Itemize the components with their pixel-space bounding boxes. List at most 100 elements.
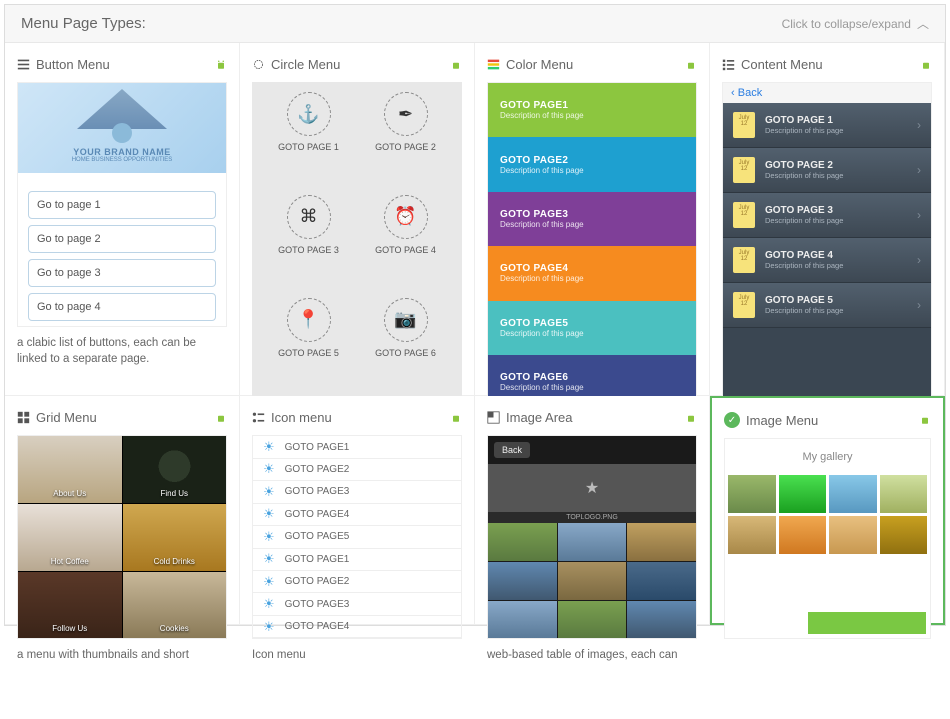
content-list-icon bbox=[722, 58, 735, 71]
pin-icon: 📍 bbox=[287, 298, 331, 342]
image-cell bbox=[627, 523, 696, 561]
card-description: a clabic list of buttons, each can be li… bbox=[17, 335, 227, 367]
card-title-text: Image Menu bbox=[746, 413, 818, 428]
android-icon bbox=[919, 414, 931, 426]
panel-title: Menu Page Types: bbox=[21, 15, 146, 32]
preview-button: Go to page 2 bbox=[28, 225, 216, 253]
preview-circle-menu: ⚓GOTO PAGE 1 ✒GOTO PAGE 2 ⌘GOTO PAGE 3 ⏰… bbox=[252, 82, 462, 410]
menu-page-types-panel: Menu Page Types: Click to collapse/expan… bbox=[4, 4, 946, 626]
icon-list-icon bbox=[252, 411, 265, 424]
card-color-menu[interactable]: Color Menu GOTO PAGE1Description of this… bbox=[475, 43, 710, 396]
platforms bbox=[211, 59, 227, 71]
preview-grid-menu: About Us Find Us Hot Coffee Cold Drinks … bbox=[17, 435, 227, 639]
platforms bbox=[211, 412, 227, 424]
preview-button-menu: YOUR BRAND NAME HOME BUSINESS OPPORTUNIT… bbox=[17, 82, 227, 327]
list-icon bbox=[17, 58, 30, 71]
logo-banner: ★ bbox=[488, 464, 696, 512]
panel-header[interactable]: Menu Page Types: Click to collapse/expan… bbox=[5, 5, 945, 43]
note-icon: July12 bbox=[733, 247, 755, 273]
check-icon: ✓ bbox=[724, 412, 740, 428]
preview-button: Go to page 1 bbox=[28, 191, 216, 219]
sun-icon: ☀ bbox=[263, 506, 275, 522]
chevron-right-icon: › bbox=[917, 118, 921, 132]
preview-color-menu: GOTO PAGE1Description of this page GOTO … bbox=[487, 82, 697, 410]
chevron-right-icon: › bbox=[917, 253, 921, 267]
card-circle-menu[interactable]: Circle Menu ⚓GOTO PAGE 1 ✒GOTO PAGE 2 ⌘G… bbox=[240, 43, 475, 396]
card-title-text: Image Area bbox=[506, 410, 573, 425]
preview-icon-menu: ☀GOTO PAGE1 ☀GOTO PAGE2 ☀GOTO PAGE3 ☀GOT… bbox=[252, 435, 462, 639]
image-thumb bbox=[829, 516, 877, 554]
card-title-text: Button Menu bbox=[36, 57, 110, 72]
platforms bbox=[916, 59, 932, 71]
note-icon: July12 bbox=[733, 157, 755, 183]
action-button bbox=[808, 612, 926, 634]
platforms bbox=[446, 59, 462, 71]
card-title-text: Color Menu bbox=[506, 57, 573, 72]
sun-icon: ☀ bbox=[263, 619, 275, 635]
card-title-text: Icon menu bbox=[271, 410, 332, 425]
back-button: ‹ Back bbox=[723, 83, 931, 103]
note-icon: July12 bbox=[733, 292, 755, 318]
note-icon: July12 bbox=[733, 112, 755, 138]
collapse-toggle[interactable]: Click to collapse/expand ︿ bbox=[782, 15, 929, 32]
sun-icon: ☀ bbox=[263, 484, 275, 500]
image-thumb bbox=[880, 475, 928, 513]
platforms bbox=[681, 412, 697, 424]
platforms bbox=[446, 412, 462, 424]
android-icon bbox=[685, 59, 697, 71]
command-icon: ⌘ bbox=[287, 195, 331, 239]
android-icon bbox=[450, 59, 462, 71]
preview-image-menu: My gallery bbox=[724, 438, 931, 639]
android-icon bbox=[215, 412, 227, 424]
brand-name: YOUR BRAND NAME bbox=[72, 147, 173, 157]
back-button: Back bbox=[494, 442, 530, 458]
android-icon bbox=[450, 412, 462, 424]
preview-button: Go to page 3 bbox=[28, 259, 216, 287]
preview-image-area: Back ★ TOPLOGO.PNG bbox=[487, 435, 697, 639]
image-thumb bbox=[880, 516, 928, 554]
image-cell bbox=[627, 562, 696, 600]
image-thumb bbox=[829, 475, 877, 513]
card-image-area[interactable]: Image Area Back ★ TOPLOGO.PNG web-based … bbox=[475, 396, 710, 625]
card-content-menu[interactable]: Content Menu ‹ Back July12GOTO PAGE 1Des… bbox=[710, 43, 945, 396]
card-description: Icon menu bbox=[252, 647, 462, 663]
brand-tagline: HOME BUSINESS OPPORTUNITIES bbox=[72, 157, 173, 163]
image-thumb bbox=[728, 475, 776, 513]
card-grid: Button Menu YOUR BRAND NAME HOME BUSINES… bbox=[5, 43, 945, 625]
platforms bbox=[915, 414, 931, 426]
image-area-icon bbox=[487, 411, 500, 424]
card-grid-menu[interactable]: Grid Menu About Us Find Us Hot Coffee Co… bbox=[5, 396, 240, 625]
card-image-menu[interactable]: ✓ Image Menu My gallery bbox=[710, 396, 945, 625]
chevron-right-icon: › bbox=[917, 208, 921, 222]
sun-icon: ☀ bbox=[263, 461, 275, 477]
card-button-menu[interactable]: Button Menu YOUR BRAND NAME HOME BUSINES… bbox=[5, 43, 240, 396]
circle-icon bbox=[252, 58, 265, 71]
card-description: a menu with thumbnails and short bbox=[17, 647, 227, 663]
android-icon bbox=[215, 59, 227, 71]
gallery-title: My gallery bbox=[725, 439, 930, 475]
image-thumb bbox=[779, 516, 827, 554]
anchor-icon: ⚓ bbox=[287, 92, 331, 136]
grid-icon bbox=[17, 411, 30, 424]
android-icon bbox=[685, 412, 697, 424]
image-cell bbox=[488, 523, 557, 561]
color-stack-icon bbox=[487, 58, 500, 71]
sun-icon: ☀ bbox=[263, 439, 275, 455]
note-icon: July12 bbox=[733, 202, 755, 228]
sun-icon: ☀ bbox=[263, 574, 275, 590]
card-title-text: Content Menu bbox=[741, 57, 823, 72]
chevron-up-icon: ︿ bbox=[917, 15, 929, 32]
card-description: web-based table of images, each can bbox=[487, 647, 697, 663]
feather-icon: ✒ bbox=[384, 92, 428, 136]
sun-icon: ☀ bbox=[263, 529, 275, 545]
image-thumb bbox=[779, 475, 827, 513]
sun-icon: ☀ bbox=[263, 551, 275, 567]
chevron-right-icon: › bbox=[917, 298, 921, 312]
alarm-icon: ⏰ bbox=[384, 195, 428, 239]
platforms bbox=[681, 59, 697, 71]
preview-content-menu: ‹ Back July12GOTO PAGE 1Description of t… bbox=[722, 82, 932, 410]
image-cell bbox=[558, 562, 627, 600]
camera-icon: 📷 bbox=[384, 298, 428, 342]
image-cell bbox=[627, 601, 696, 639]
card-icon-menu[interactable]: Icon menu ☀GOTO PAGE1 ☀GOTO PAGE2 ☀GOTO … bbox=[240, 396, 475, 625]
